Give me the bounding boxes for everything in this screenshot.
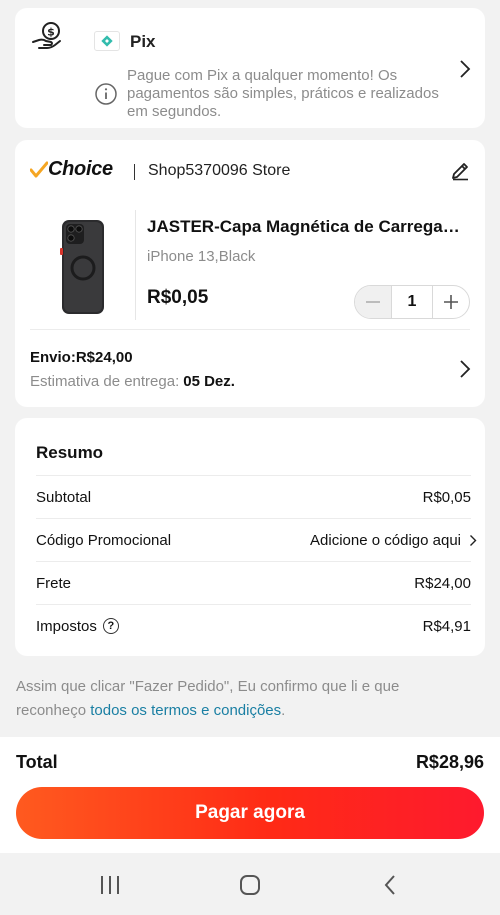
divider bbox=[135, 210, 136, 320]
decrease-button[interactable] bbox=[355, 286, 392, 318]
row-value: R$24,00 bbox=[414, 574, 471, 592]
taxes-label-group: Impostos ? bbox=[36, 618, 119, 635]
disclaimer-end: . bbox=[281, 702, 286, 719]
row-label: Impostos bbox=[36, 617, 97, 635]
row-label: Subtotal bbox=[36, 488, 92, 506]
terms-link[interactable]: todos os termos e condições bbox=[90, 702, 281, 719]
back-icon[interactable] bbox=[377, 872, 403, 898]
summary-row-taxes: Impostos ? R$4,91 bbox=[36, 604, 471, 647]
chevron-right-icon[interactable] bbox=[458, 358, 472, 380]
total-value: R$28,96 bbox=[415, 752, 484, 772]
increase-button[interactable] bbox=[432, 286, 469, 318]
chevron-right-icon[interactable] bbox=[458, 58, 472, 80]
quantity-value[interactable]: 1 bbox=[392, 293, 432, 311]
minus-icon bbox=[366, 301, 380, 303]
choice-check-icon bbox=[30, 161, 48, 177]
payment-method-name: Pix bbox=[130, 32, 156, 51]
store-order-card: Choice Shop5370096 Store JASTER-Capa Mag… bbox=[15, 140, 485, 407]
pix-logo-icon bbox=[94, 31, 120, 51]
summary-card: Resumo Subtotal R$0,05 Código Promociona… bbox=[15, 418, 485, 656]
delivery-estimate-label: Estimativa de entrega: bbox=[30, 373, 180, 390]
summary-row-shipping: Frete R$24,00 bbox=[36, 561, 471, 604]
svg-text:$: $ bbox=[47, 26, 55, 39]
row-value: Adicione o código aqui bbox=[310, 531, 461, 549]
promo-code-link[interactable]: Adicione o código aqui bbox=[310, 531, 477, 549]
divider bbox=[30, 329, 470, 330]
delivery-estimate: Estimativa de entrega: 05 Dez. bbox=[30, 373, 235, 390]
separator bbox=[134, 164, 135, 180]
product-title[interactable]: JASTER-Capa Magnética de Carregamento Se… bbox=[147, 217, 467, 237]
recent-apps-icon[interactable] bbox=[97, 872, 123, 898]
choice-label: Choice bbox=[48, 158, 113, 180]
total-label: Total bbox=[16, 752, 58, 772]
pay-now-button[interactable]: Pagar agora bbox=[16, 787, 484, 839]
shipping-title: Envio:R$24,00 bbox=[30, 349, 133, 366]
row-label: Código Promocional bbox=[36, 531, 172, 549]
payment-method-card[interactable]: $ Pix Pague com Pix a qualquer momento! … bbox=[15, 8, 485, 128]
row-value: R$4,91 bbox=[422, 617, 471, 635]
product-price: R$0,05 bbox=[147, 287, 209, 308]
delivery-estimate-value: 05 Dez. bbox=[183, 373, 235, 390]
product-image[interactable] bbox=[60, 218, 106, 316]
help-icon[interactable]: ? bbox=[102, 618, 119, 634]
choice-logo: Choice bbox=[30, 158, 113, 181]
summary-row-promo[interactable]: Código Promocional Adicione o código aqu… bbox=[36, 518, 477, 561]
system-nav-bar bbox=[0, 853, 500, 915]
product-variant: iPhone 13,Black bbox=[147, 248, 256, 265]
store-name[interactable]: Shop5370096 Store bbox=[148, 162, 290, 180]
terms-disclaimer: Assim que clicar "Fazer Pedido", Eu conf… bbox=[16, 675, 456, 723]
payment-note: Pague com Pix a qualquer momento! Os pag… bbox=[127, 67, 439, 120]
quantity-stepper: 1 bbox=[354, 285, 470, 319]
home-icon[interactable] bbox=[237, 872, 263, 898]
row-value: R$0,05 bbox=[422, 488, 471, 506]
summary-title: Resumo bbox=[36, 443, 104, 462]
row-label: Frete bbox=[36, 574, 72, 592]
info-icon bbox=[95, 83, 117, 105]
checkout-bar: Total R$28,96 Pagar agora bbox=[0, 737, 500, 853]
chevron-right-icon bbox=[470, 534, 477, 546]
edit-pencil-icon[interactable] bbox=[449, 160, 471, 182]
plus-icon bbox=[444, 295, 458, 309]
hand-money-icon: $ bbox=[32, 22, 61, 49]
summary-row-subtotal: Subtotal R$0,05 bbox=[36, 475, 471, 518]
